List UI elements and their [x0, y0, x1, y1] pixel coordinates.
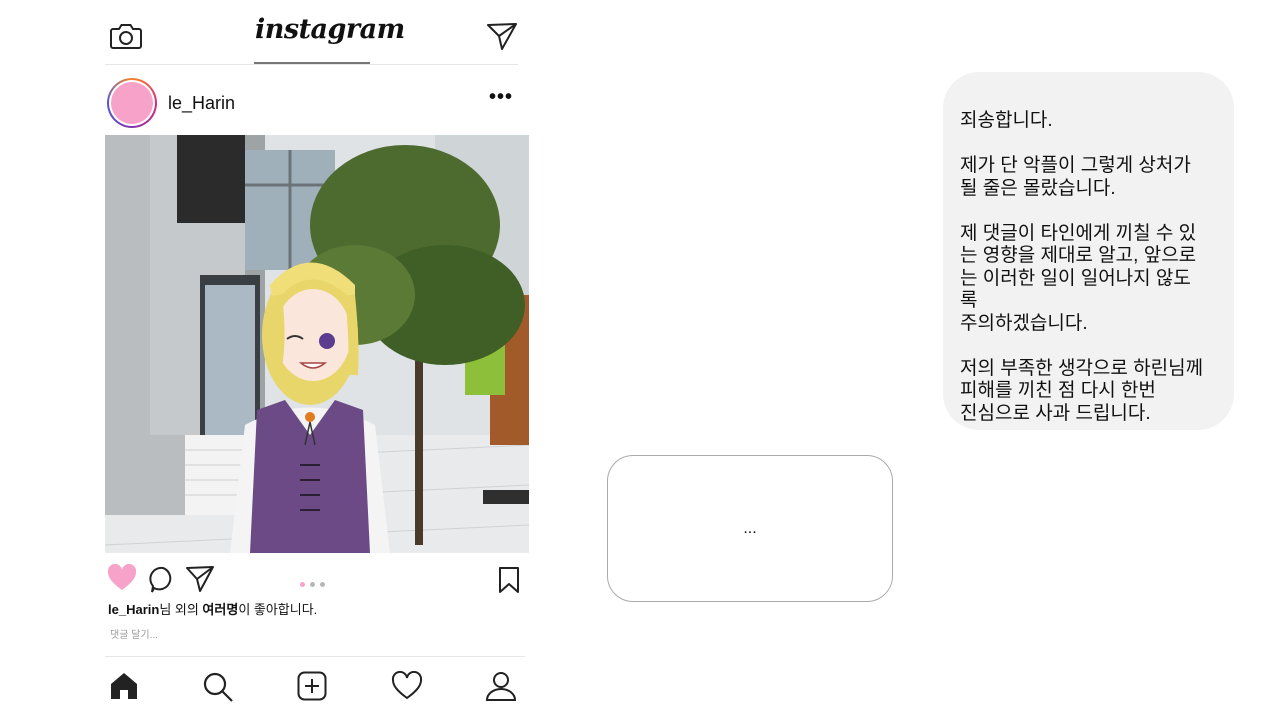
comment-icon[interactable]: [149, 566, 177, 599]
profile-icon[interactable]: [485, 671, 517, 706]
post-actions: [105, 562, 525, 598]
carousel-dot-active: [300, 582, 305, 587]
reply-bubble: ...: [607, 455, 893, 602]
send-icon[interactable]: [486, 22, 518, 55]
brand-underline: [254, 62, 370, 64]
illustration-character-in-street: [105, 135, 529, 553]
likes-user[interactable]: le_Harin: [108, 602, 159, 617]
home-icon[interactable]: [109, 671, 139, 706]
avatar-image: [111, 82, 153, 124]
post-image[interactable]: [105, 135, 529, 553]
instagram-top-bar: instagram: [105, 0, 518, 65]
post-header: le_Harin •••: [105, 76, 525, 130]
add-post-icon[interactable]: [297, 671, 327, 706]
bookmark-icon[interactable]: [498, 566, 520, 599]
heart-icon[interactable]: [107, 563, 137, 597]
likes-suffix: 이 좋아합니다.: [238, 602, 318, 617]
carousel-dot: [310, 582, 315, 587]
likes-others[interactable]: 여러명: [202, 602, 238, 617]
carousel-indicator: [300, 574, 330, 592]
message-text: 죄송합니다. 제가 단 악플이 그렇게 상처가 될 줄은 몰랐습니다. 제 댓글…: [960, 110, 1204, 424]
search-icon[interactable]: [202, 671, 234, 708]
avatar[interactable]: [107, 78, 157, 128]
reply-text: ...: [743, 520, 757, 537]
post-username[interactable]: le_Harin: [168, 93, 235, 114]
likes-summary[interactable]: le_Harin님 외의 여러명이 좋아합니다.: [108, 599, 317, 618]
carousel-dot: [320, 582, 325, 587]
instagram-logo: instagram: [255, 14, 405, 45]
likes-middle: 님 외의: [159, 602, 203, 617]
add-comment-field[interactable]: 댓글 달기...: [110, 626, 158, 641]
message-bubble: 죄송합니다. 제가 단 악플이 그렇게 상처가 될 줄은 몰랐습니다. 제 댓글…: [943, 72, 1234, 430]
activity-heart-icon[interactable]: [391, 670, 423, 706]
camera-icon[interactable]: [110, 22, 142, 55]
more-options-icon[interactable]: •••: [489, 86, 513, 109]
bottom-navigation: [105, 656, 525, 721]
share-icon[interactable]: [185, 565, 215, 598]
